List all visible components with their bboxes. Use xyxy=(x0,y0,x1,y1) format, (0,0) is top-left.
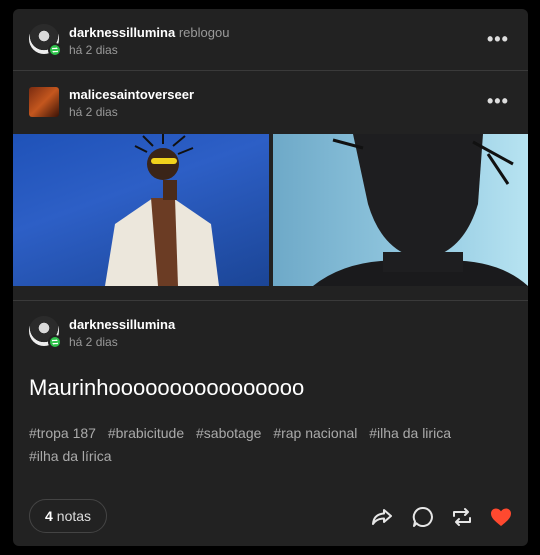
tag-link[interactable]: #ilha da lírica xyxy=(29,448,112,464)
post-card: darknessillumina reblogou há 2 dias ••• … xyxy=(13,9,528,546)
reblog-badge-icon xyxy=(48,335,62,349)
original-avatar[interactable] xyxy=(29,87,59,117)
heart-icon[interactable] xyxy=(489,505,513,529)
comment-icon[interactable] xyxy=(411,505,435,529)
tag-link[interactable]: #tropa 187 xyxy=(29,425,96,441)
reblog-badge-icon xyxy=(48,43,62,57)
tag-link[interactable]: #ilha da lirica xyxy=(369,425,451,441)
original-username[interactable]: malicesaintoverseer xyxy=(69,87,194,102)
notes-button[interactable]: 4 notas xyxy=(29,499,108,533)
tag-link[interactable]: #rap nacional xyxy=(273,425,357,441)
original-menu-button[interactable]: ••• xyxy=(487,91,509,112)
reblogger-name[interactable]: darknessillumina reblogou xyxy=(69,25,229,40)
divider xyxy=(13,70,528,71)
reply-username[interactable]: darknessillumina xyxy=(69,317,175,332)
notes-count: 4 xyxy=(45,508,53,524)
reblogger-time: há 2 dias xyxy=(69,43,118,57)
notes-label: notas xyxy=(56,508,92,524)
reply-time: há 2 dias xyxy=(69,335,118,349)
original-time: há 2 dias xyxy=(69,105,118,119)
reblog-icon[interactable] xyxy=(450,505,474,529)
tag-link[interactable]: #sabotage xyxy=(196,425,261,441)
tags-list: #tropa 187 #brabicitude #sabotage #rap n… xyxy=(29,422,514,468)
reblog-action-label: reblogou xyxy=(178,25,230,40)
tag-link[interactable]: #brabicitude xyxy=(108,425,184,441)
reblogger-menu-button[interactable]: ••• xyxy=(487,29,509,50)
post-image-right[interactable] xyxy=(273,134,528,286)
post-image-left[interactable] xyxy=(13,134,269,286)
divider xyxy=(13,300,528,301)
post-body-text: Maurinhoooooooooooooooo xyxy=(29,375,305,400)
share-icon[interactable] xyxy=(370,505,394,529)
reblogger-username[interactable]: darknessillumina xyxy=(69,25,175,40)
